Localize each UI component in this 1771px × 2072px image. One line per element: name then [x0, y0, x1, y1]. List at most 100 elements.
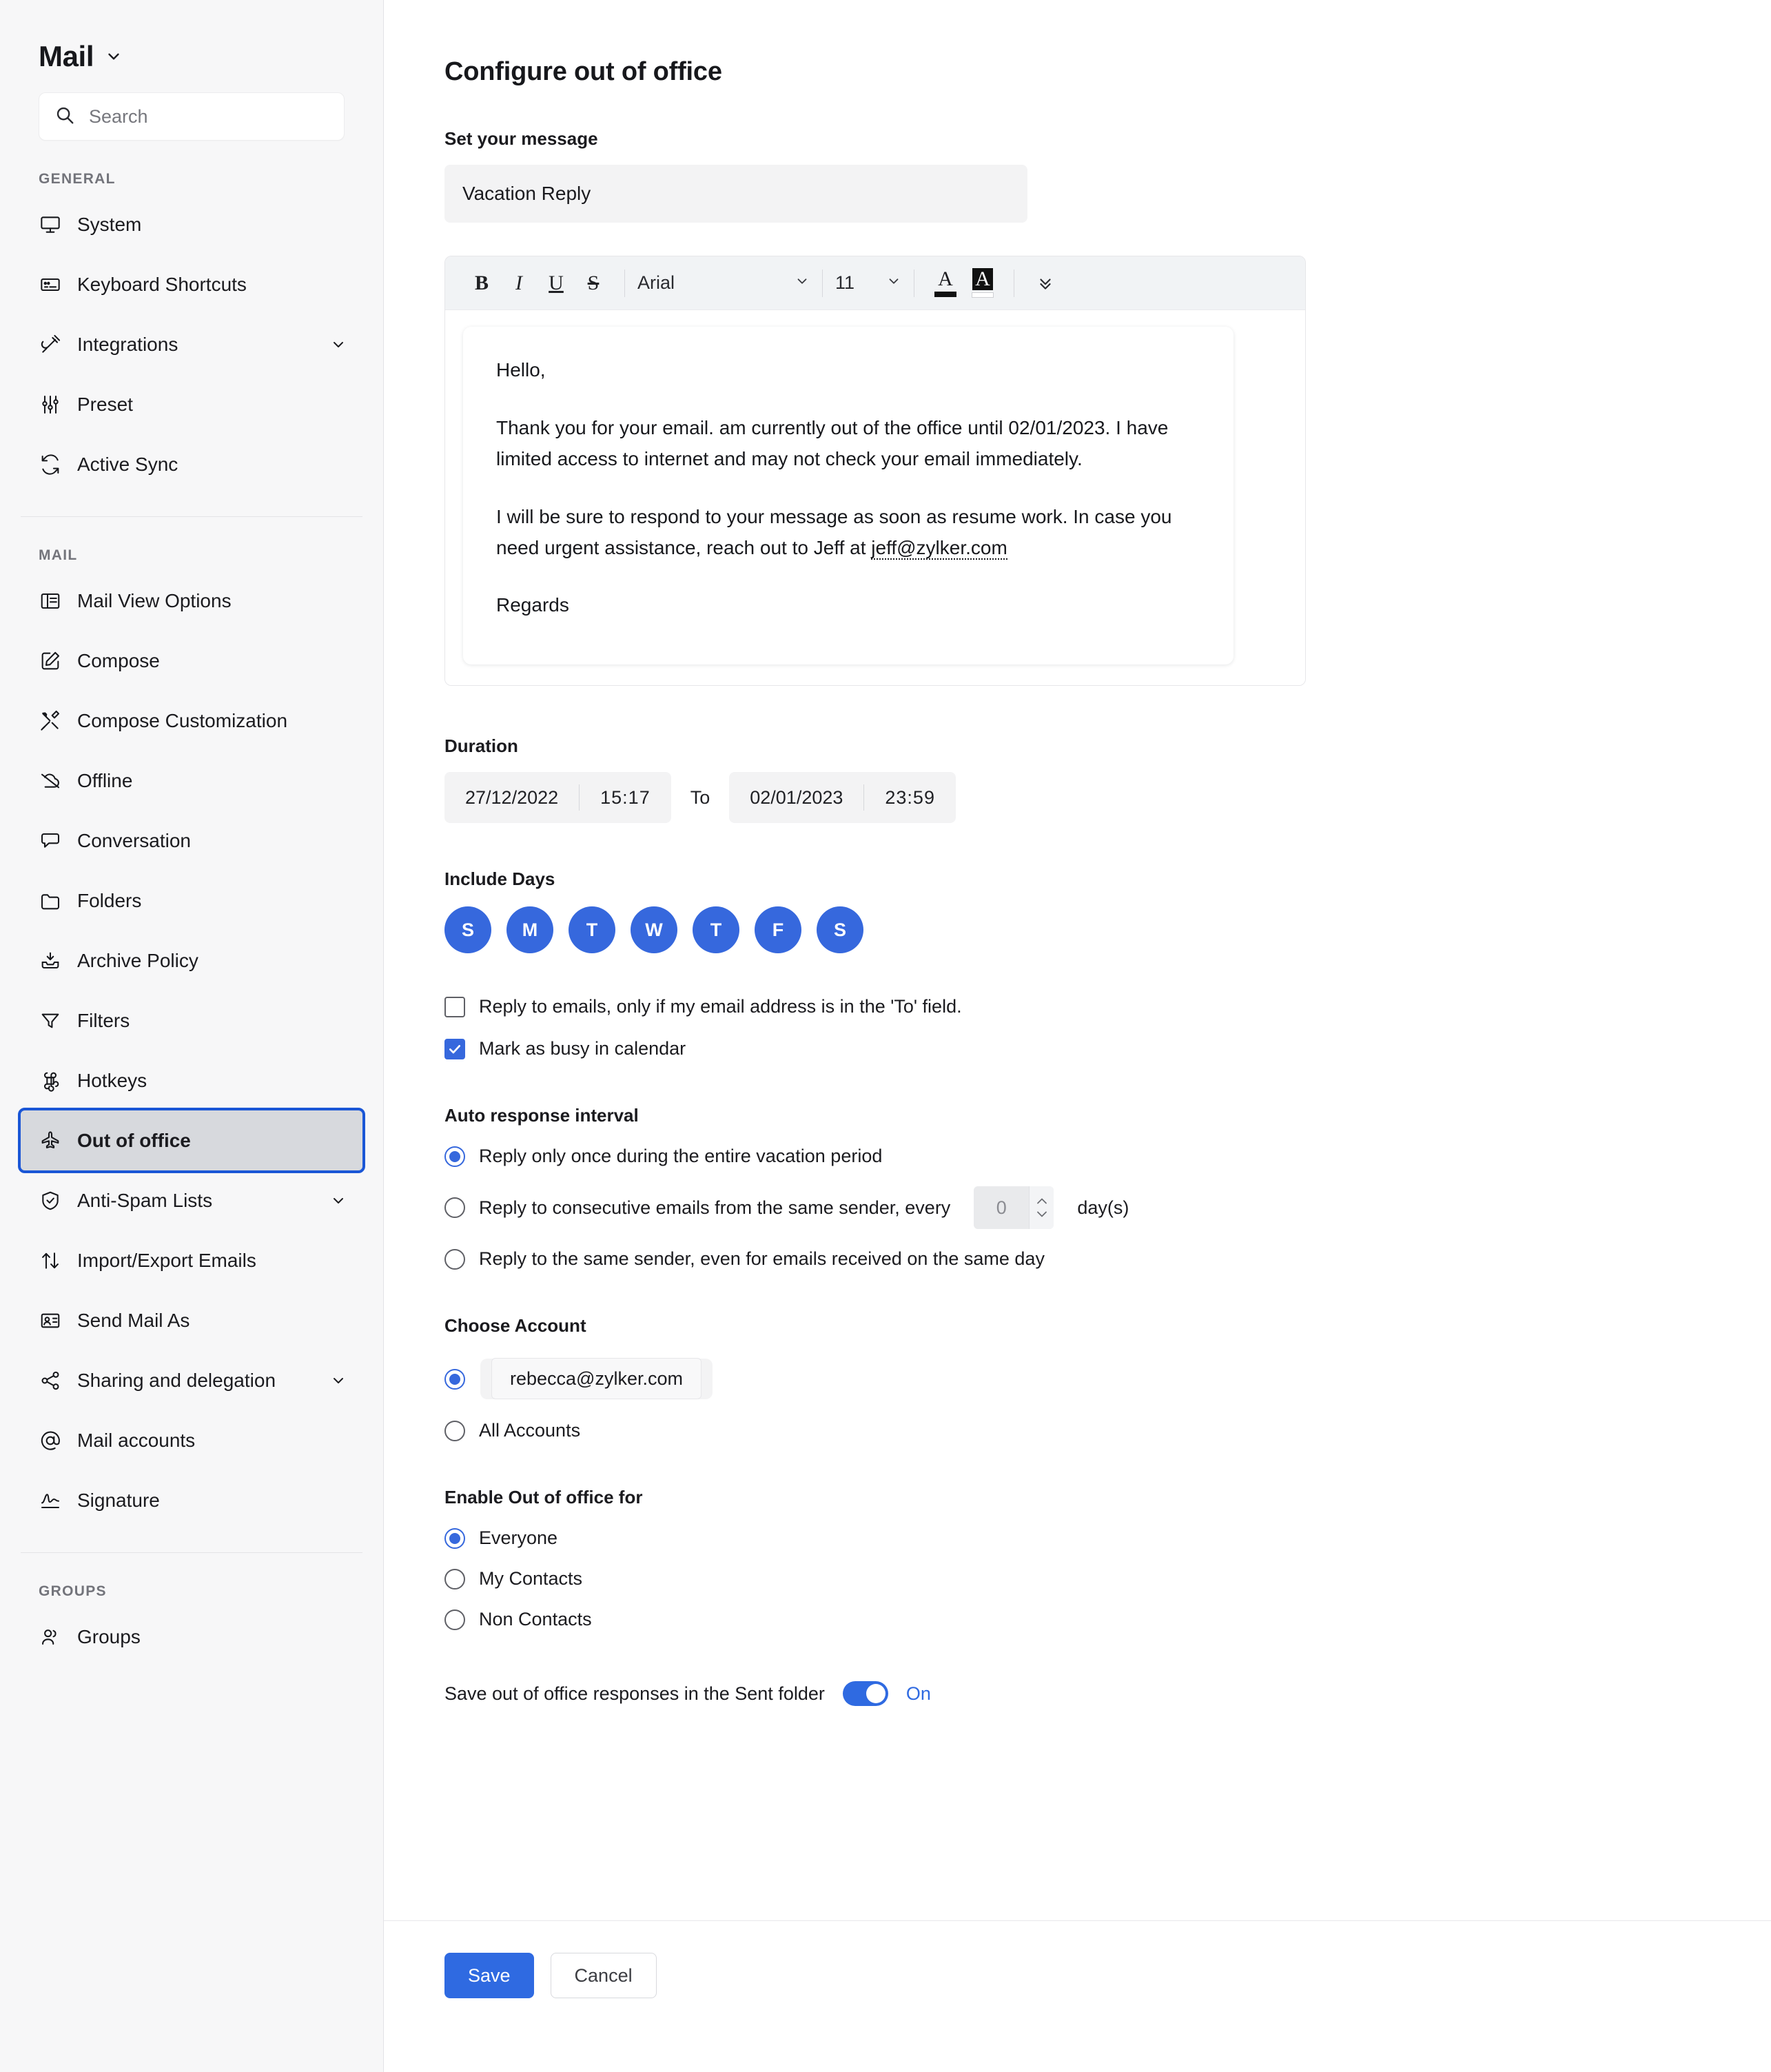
auto-response-option-0[interactable]: Reply only once during the entire vacati… [444, 1146, 1771, 1167]
checkbox-row-0[interactable]: Reply to emails, only if my email addres… [444, 996, 1771, 1017]
include-days-label: Include Days [444, 869, 555, 890]
auto-response-option-1[interactable]: Reply to consecutive emails from the sam… [444, 1186, 1771, 1230]
sidebar-item-active-sync[interactable]: Active Sync [21, 434, 362, 494]
sidebar-item-compose[interactable]: Compose [21, 631, 362, 691]
cancel-button[interactable]: Cancel [550, 1953, 657, 1998]
sidebar-item-folders[interactable]: Folders [21, 871, 362, 931]
keyboard-icon [39, 273, 62, 296]
sidebar-item-import-export-emails[interactable]: Import/Export Emails [21, 1230, 362, 1290]
radio-indicator[interactable] [444, 1420, 465, 1441]
account-chip[interactable]: rebecca@zylker.com [480, 1358, 713, 1400]
checkbox-checked-icon[interactable] [444, 1038, 465, 1059]
duration-from-field[interactable]: 27/12/2022 15:17 [444, 772, 671, 824]
underline-button[interactable]: U [538, 265, 575, 302]
stepper-arrows[interactable] [1029, 1186, 1054, 1230]
sidebar-item-compose-customization[interactable]: Compose Customization [21, 691, 362, 751]
body-greeting: Hello, [496, 359, 546, 381]
chevron-down-icon[interactable] [329, 336, 347, 354]
sidebar-section-mail: Mail View Options Compose Compose Customiz… [0, 571, 383, 1530]
sidebar-item-signature[interactable]: Signature [21, 1470, 362, 1530]
double-chevron-down-icon[interactable] [1027, 265, 1064, 302]
sidebar-item-conversation[interactable]: Conversation [21, 811, 362, 871]
sidebar-item-preset[interactable]: Preset [21, 374, 362, 434]
checkbox-unchecked-icon[interactable] [444, 996, 465, 1017]
app-root: Mail GENERAL System Keyboard Shortcuts Inte… [0, 0, 1771, 2072]
radio-indicator[interactable] [444, 1248, 465, 1270]
day-pill-4[interactable]: T [693, 906, 739, 954]
radio-indicator[interactable] [444, 1527, 465, 1549]
toolbar-divider [624, 269, 625, 297]
editor-body[interactable]: Hello, Thank you for your email. am curr… [463, 327, 1233, 665]
share-icon [39, 1369, 62, 1392]
font-size-select[interactable]: 11 [835, 265, 901, 302]
email-link[interactable]: jeff@zylker.com [871, 536, 1007, 560]
enable-for-option-2[interactable]: Non Contacts [444, 1609, 1771, 1630]
days-stepper[interactable]: 0 [974, 1186, 1054, 1230]
pencil-square-icon [39, 649, 62, 673]
sidebar-item-mail-accounts[interactable]: Mail accounts [21, 1410, 362, 1470]
strikethrough-button[interactable]: S [575, 265, 612, 302]
sidebar-item-out-of-office[interactable]: Out of office [18, 1108, 365, 1173]
message-subject-input[interactable]: Vacation Reply [444, 165, 1027, 223]
day-pill-2[interactable]: T [569, 906, 615, 954]
sidebar-item-groups[interactable]: Groups [21, 1607, 362, 1667]
chevron-down-icon [1036, 1212, 1047, 1217]
arrows-up-down-icon [39, 1249, 62, 1272]
enable-for-option-0[interactable]: Everyone [444, 1527, 1771, 1549]
sidebar-item-label: Mail View Options [77, 589, 232, 611]
body-paragraph-2: I will be sure to respond to your messag… [496, 501, 1200, 564]
day-pill-0[interactable]: S [444, 906, 491, 954]
sidebar-item-offline[interactable]: Offline [21, 751, 362, 811]
sidebar-item-system[interactable]: System [21, 194, 362, 254]
radio-indicator[interactable] [444, 1568, 465, 1589]
text-color-button[interactable]: A [927, 263, 964, 303]
sidebar-item-hotkeys[interactable]: Hotkeys [21, 1050, 362, 1110]
search-input[interactable] [88, 105, 329, 128]
sidebar-item-mail-view-options[interactable]: Mail View Options [21, 571, 362, 631]
enable-for-option-1[interactable]: My Contacts [444, 1568, 1771, 1589]
radio-indicator[interactable] [444, 1197, 465, 1219]
sidebar-section-label-groups: GROUPS [39, 1583, 107, 1599]
radio-indicator[interactable] [444, 1368, 465, 1390]
text-color-swatch [934, 292, 956, 298]
radio-indicator[interactable] [444, 1609, 465, 1630]
sidebar-item-label: System [77, 213, 142, 235]
choose-account-option-1-label: All Accounts [479, 1420, 581, 1441]
save-sent-toggle[interactable] [842, 1681, 888, 1707]
day-pill-5[interactable]: F [755, 906, 801, 954]
checkbox-row-1[interactable]: Mark as busy in calendar [444, 1038, 1771, 1059]
choose-account-option-0[interactable]: rebecca@zylker.com [444, 1358, 1771, 1400]
sidebar-item-label: Integrations [77, 333, 178, 355]
sidebar-item-label: Import/Export Emails [77, 1249, 256, 1271]
sidebar-item-label: Archive Policy [77, 949, 198, 971]
settings-scroll-area: Configure out of office Set your message… [384, 0, 1771, 1871]
highlight-color-button[interactable]: A [964, 263, 1001, 303]
sidebar-item-send-mail-as[interactable]: Send Mail As [21, 1290, 362, 1350]
day-pill-1[interactable]: M [506, 906, 553, 954]
sidebar-item-anti-spam-lists[interactable]: Anti-Spam Lists [21, 1170, 362, 1230]
sidebar-item-archive-policy[interactable]: Archive Policy [21, 931, 362, 991]
auto-response-option-2[interactable]: Reply to the same sender, even for email… [444, 1248, 1771, 1270]
sliders-icon [39, 393, 62, 416]
sidebar-item-keyboard-shortcuts[interactable]: Keyboard Shortcuts [21, 254, 362, 314]
brand-switcher[interactable]: Mail [0, 0, 383, 74]
day-pill-3[interactable]: W [631, 906, 677, 954]
chevron-down-icon[interactable] [329, 1192, 347, 1210]
at-icon [39, 1429, 62, 1452]
sidebar-item-filters[interactable]: Filters [21, 991, 362, 1050]
radio-indicator[interactable] [444, 1146, 465, 1167]
bold-button[interactable]: B [463, 265, 500, 302]
sidebar-item-integrations[interactable]: Integrations [21, 314, 362, 374]
include-days-row: SMTWTFS [444, 906, 1771, 954]
font-family-select[interactable]: Arial [637, 265, 810, 302]
duration-to-field[interactable]: 02/01/2023 23:59 [729, 772, 956, 824]
save-button[interactable]: Save [444, 1953, 534, 1998]
sidebar-item-sharing-and-delegation[interactable]: Sharing and delegation [21, 1350, 362, 1410]
chevron-down-icon[interactable] [329, 1372, 347, 1390]
save-sent-label: Save out of office responses in the Sent… [444, 1683, 825, 1704]
day-pill-6[interactable]: S [817, 906, 863, 954]
choose-account-option-1[interactable]: All Accounts [444, 1420, 1771, 1441]
search-box[interactable] [39, 92, 345, 141]
auto-response-option-1-label: Reply to consecutive emails from the sam… [479, 1197, 951, 1218]
italic-button[interactable]: I [500, 265, 538, 302]
